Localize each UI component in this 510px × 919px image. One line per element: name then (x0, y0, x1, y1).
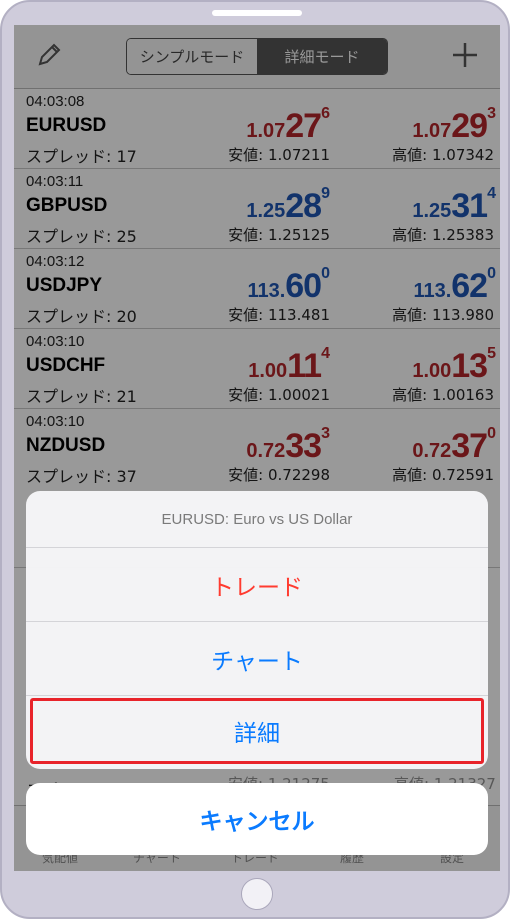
screen: シンプルモード 詳細モード 04:03:08 EURUSD スプレッド: 17 1.0… (14, 25, 500, 871)
phone-frame: シンプルモード 詳細モード 04:03:08 EURUSD スプレッド: 17 1.0… (0, 0, 510, 919)
home-button[interactable] (241, 878, 273, 910)
action-sheet: EURUSD: Euro vs US Dollar トレード チャート 詳細 (26, 491, 488, 769)
detail-button[interactable]: 詳細 (30, 698, 484, 764)
chart-button[interactable]: チャート (26, 622, 488, 696)
action-sheet-title: EURUSD: Euro vs US Dollar (26, 491, 488, 548)
trade-button[interactable]: トレード (26, 548, 488, 622)
speaker-grille (212, 10, 302, 16)
cancel-button[interactable]: キャンセル (26, 783, 488, 855)
